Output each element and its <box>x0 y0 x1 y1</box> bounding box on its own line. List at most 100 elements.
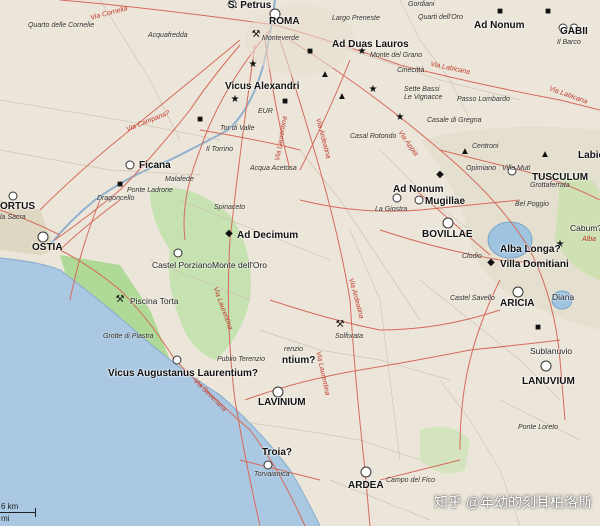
label-ad-decimum: Ad Decimum <box>237 230 299 241</box>
label-le-vignacce: Le Vignacce <box>404 94 443 101</box>
ostia-marker[interactable] <box>37 231 49 243</box>
scale-bar-tick <box>35 508 36 517</box>
tower-icon: ▲ <box>540 149 550 160</box>
scale-km-label: 6 km <box>1 502 19 511</box>
star-icon: ★ <box>248 59 258 70</box>
building-icon: ■ <box>534 322 542 333</box>
label-cinecitta: Cinecittà <box>397 67 425 74</box>
label-monte-del-grano: Monte del Grano <box>370 52 423 59</box>
label-piscina-torta: Piscina Torta <box>130 296 179 306</box>
star-icon: ★ <box>368 84 378 95</box>
bovillae-marker[interactable] <box>442 217 454 229</box>
building-icon: ■ <box>196 114 204 125</box>
label-centroni: Centroni <box>472 143 499 150</box>
troia-marker[interactable] <box>263 460 273 470</box>
label-vicus-augustanus: Vicus Augustanus Laurentium? <box>108 368 259 379</box>
mine-icon: ⚒ <box>251 29 261 40</box>
label-isola-sacra-partial: la Sacra <box>0 214 26 221</box>
map-canvas[interactable]: ⚒ ⚒ ⚒ ★ ★ ★ ★ ★ ★ ◆ ◆ ◆ ▲ ▲ ▲ ▲ ■ ■ ■ ■ … <box>0 0 600 526</box>
label-casale-gregna: Casale di Gregna <box>427 117 482 124</box>
label-alba-partial: Alba <box>582 236 597 243</box>
label-il-barco: Il Barco <box>557 39 581 46</box>
building-icon: ■ <box>306 46 314 57</box>
building-icon: ■ <box>281 96 289 107</box>
lavinium-marker[interactable] <box>272 386 284 398</box>
star-icon: ★ <box>230 94 240 105</box>
label-quarti-oro: Quarti dell'Oro <box>418 14 463 21</box>
label-bel-poggio: Bel Poggio <box>515 201 549 208</box>
label-spinaceto: Spinaceto <box>214 204 246 211</box>
label-dragoncello: Dragoncello <box>97 195 135 202</box>
label-malafede: Malafede <box>165 176 194 183</box>
building-icon: ■ <box>116 179 124 190</box>
lanuvium-marker[interactable] <box>540 360 552 372</box>
label-s-petrus: S. Petrus <box>228 0 272 11</box>
diamond-icon: ◆ <box>436 169 444 180</box>
label-clodio: Clodio <box>462 253 482 260</box>
label-castel-savello: Castel Savello <box>450 295 495 302</box>
label-sette-bassi: Sette Bassi <box>404 86 440 93</box>
label-campo-del-fico: Campo del Fico <box>386 477 436 484</box>
label-ardea: ARDEA <box>348 480 384 491</box>
label-villa-muti: Villa Muti <box>502 165 531 172</box>
label-sublanuvio: Sublanuvio <box>530 346 573 356</box>
label-ntium: ntium? <box>282 355 316 366</box>
label-ponte-loreto: Ponte Loreto <box>518 424 559 431</box>
label-monteverde: Monteverde <box>262 35 299 42</box>
label-lanuvium: LANUVIUM <box>522 376 575 387</box>
label-tor-di-valle: Tor di Valle <box>220 125 255 132</box>
scale-mi-label: mi <box>1 514 10 523</box>
label-solforata: Solforata <box>335 333 364 340</box>
mine-icon: ⚒ <box>115 294 125 305</box>
label-portus: ORTUS <box>0 201 35 212</box>
label-acqua-acetosa: Acqua Acetosa <box>250 165 297 172</box>
mine-icon: ⚒ <box>335 319 345 330</box>
mugillae-marker[interactable] <box>414 195 424 205</box>
label-largo-preneste: Largo Preneste <box>332 15 380 22</box>
label-passo-lombardo: Passo Lombardo <box>457 96 510 103</box>
watermark: 知乎 @年幼的刻耳柏洛斯 <box>433 494 592 510</box>
tower-icon: ▲ <box>320 69 330 80</box>
scale-bar: 6 km mi <box>0 500 40 526</box>
building-icon: ■ <box>496 6 504 17</box>
label-ostia: OSTIA <box>32 242 63 253</box>
label-troia: Troia? <box>262 447 293 458</box>
label-torvaianica: Torvaianica <box>254 471 290 478</box>
aricia-marker[interactable] <box>512 286 524 298</box>
label-casal-rotondo: Casal Rotondo <box>350 133 397 140</box>
label-aricia: ARICIA <box>500 298 535 309</box>
ardea-marker[interactable] <box>360 466 372 478</box>
label-grottaferrata: Grottaferrata <box>530 182 570 189</box>
tower-icon: ▲ <box>460 146 470 157</box>
label-diana: Diana <box>552 292 575 302</box>
label-villa-domitiani: Villa Domitiani <box>500 259 569 270</box>
star-icon: ★ <box>395 112 405 123</box>
diamond-icon: ◆ <box>487 257 495 268</box>
portus-marker[interactable] <box>8 191 18 201</box>
label-ad-nonum: Ad Nonum <box>393 184 444 195</box>
label-labic: Labic <box>578 150 600 161</box>
ficana-marker[interactable] <box>125 160 135 170</box>
label-publio-terenzio: Publio Terenzio <box>217 356 265 363</box>
label-castel-porziano: Castel Porziano <box>152 260 213 270</box>
label-monte-dell-oro: Monte dell'Oro <box>212 260 268 270</box>
building-icon: ■ <box>544 6 552 17</box>
label-alba-longa: Alba Longa? <box>500 244 561 255</box>
vicus-augustanus-marker[interactable] <box>172 355 182 365</box>
label-ponte-ladrone: Ponte Ladrone <box>127 187 173 194</box>
label-ad-nonum-north: Ad Nonum <box>474 20 525 31</box>
label-ficana: Ficana <box>139 160 171 171</box>
castel-porziano-marker[interactable] <box>173 248 183 258</box>
label-ad-duas-lauros: Ad Duas Lauros <box>332 39 409 50</box>
label-cabum: Cabum? <box>570 223 600 233</box>
label-grotte-piastra: Grotte di Piastra <box>103 333 154 340</box>
label-la-giostra: La Giostra <box>375 206 408 213</box>
label-gabii: GABII <box>560 26 588 37</box>
label-roma: ROMA <box>269 16 300 27</box>
label-lavinium: LAVINIUM <box>258 397 306 408</box>
tower-icon: ▲ <box>337 91 347 102</box>
scale-bar-line <box>0 512 36 513</box>
label-mugillae: Mugillae <box>425 196 466 207</box>
label-quarto-cornelie: Quarto delle Cornelie <box>28 22 95 29</box>
label-vicus-alexandri: Vicus Alexandri <box>225 81 300 92</box>
